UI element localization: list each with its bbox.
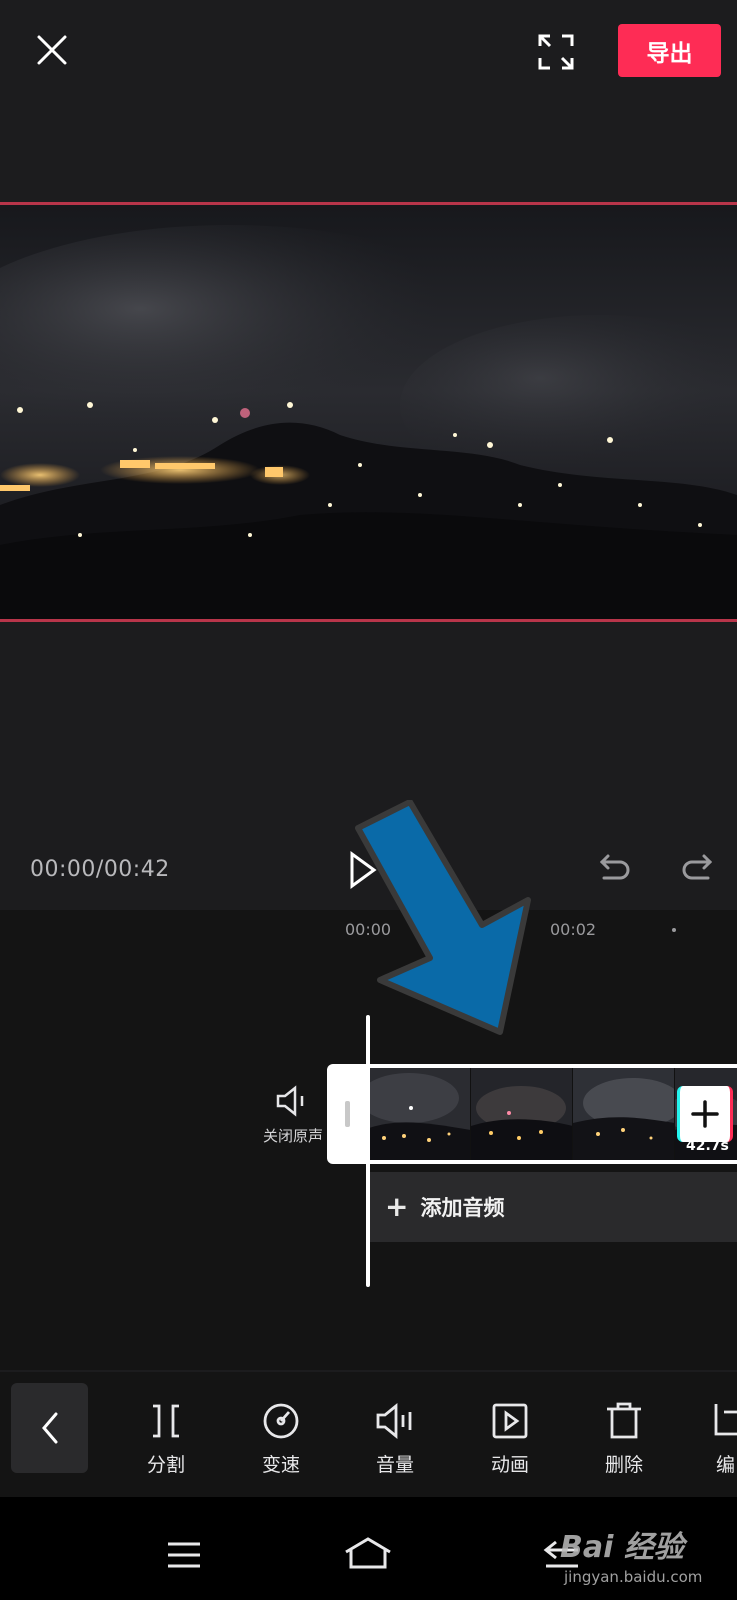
mute-label: 关闭原声	[262, 1127, 323, 1145]
volume-icon	[376, 1403, 412, 1439]
tool-animation[interactable]: 动画	[465, 1400, 555, 1480]
edit-icon	[714, 1404, 737, 1436]
tool-label: 删除	[604, 1454, 643, 1476]
tool-label: 音量	[375, 1454, 414, 1476]
chevron-left-icon	[41, 1412, 57, 1444]
add-audio-button[interactable]: + 添加音频	[369, 1172, 737, 1242]
split-icon	[153, 1404, 179, 1438]
delete-icon	[607, 1402, 641, 1439]
video-preview[interactable]	[0, 202, 737, 622]
nav-back-icon[interactable]	[542, 1538, 582, 1574]
video-preview-area	[0, 110, 737, 910]
tool-speed[interactable]: 变速	[236, 1400, 326, 1480]
ruler-dot	[672, 928, 676, 932]
tool-label: 编	[716, 1454, 736, 1476]
trim-grip	[345, 1101, 350, 1127]
time-readout: 00:00/00:42	[30, 857, 170, 882]
plus-icon	[691, 1100, 719, 1128]
fullscreen-icon[interactable]	[536, 32, 576, 72]
ruler-tick-label: 00:00	[345, 920, 392, 939]
playhead[interactable]	[366, 1015, 370, 1287]
ruler-tick-label: 00:02	[550, 920, 597, 939]
speed-icon	[263, 1403, 299, 1439]
mute-original-audio-button[interactable]: 关闭原声	[258, 1085, 328, 1155]
tool-label: 分割	[146, 1454, 185, 1476]
export-button[interactable]: 导出	[618, 24, 721, 77]
back-button[interactable]	[11, 1383, 88, 1473]
add-audio-label: 添加音频	[420, 1196, 505, 1220]
menu-icon[interactable]	[166, 1540, 202, 1574]
plus-icon: +	[385, 1190, 409, 1223]
close-icon[interactable]	[30, 28, 74, 72]
clip-duration: 42.7s	[686, 1138, 729, 1154]
ruler-dot	[456, 928, 460, 932]
play-icon[interactable]	[348, 850, 378, 890]
tool-delete[interactable]: 删除	[579, 1400, 669, 1480]
tool-split[interactable]: 分割	[121, 1400, 211, 1480]
undo-icon[interactable]	[598, 852, 632, 882]
speaker-icon	[276, 1085, 304, 1117]
top-bar: 导出	[0, 0, 737, 110]
clip-thumbnail	[369, 1068, 471, 1160]
redo-icon[interactable]	[680, 852, 714, 882]
tool-edit[interactable]: 编	[692, 1400, 737, 1480]
clip-thumbnail	[471, 1068, 573, 1160]
animation-icon	[492, 1403, 528, 1439]
tool-volume[interactable]: 音量	[350, 1400, 440, 1480]
home-icon[interactable]	[343, 1536, 393, 1574]
tool-label: 动画	[490, 1454, 529, 1476]
clip-thumbnail	[573, 1068, 675, 1160]
tool-label: 变速	[261, 1454, 300, 1476]
add-clip-button[interactable]	[677, 1086, 733, 1142]
clip-trim-handle[interactable]	[327, 1064, 369, 1164]
